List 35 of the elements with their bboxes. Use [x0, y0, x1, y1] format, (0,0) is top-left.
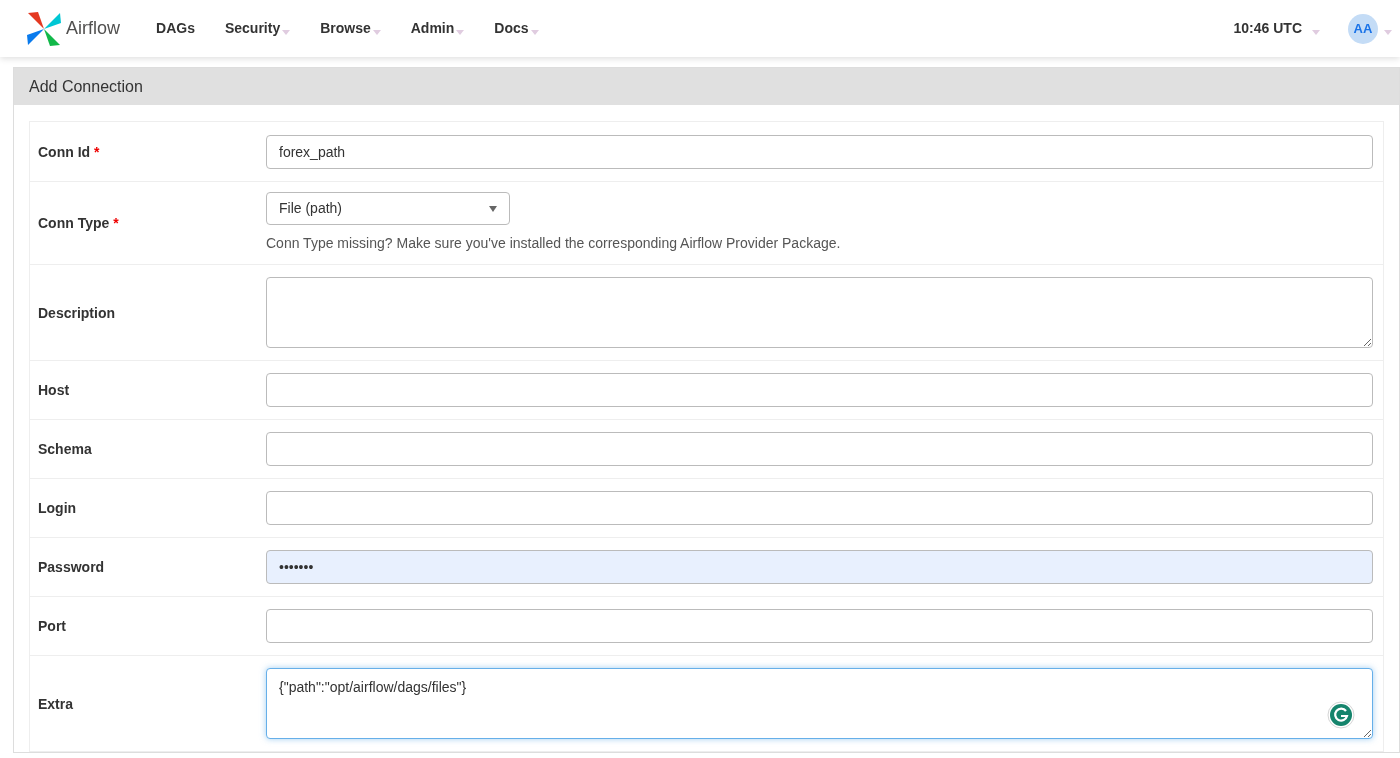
text-field[interactable]	[266, 432, 1373, 466]
nav-menu-item[interactable]: Docs	[494, 18, 539, 39]
caret-icon	[282, 30, 291, 35]
nav-menu-item[interactable]: DAGs	[156, 18, 195, 39]
field-label: Password	[38, 559, 105, 575]
text-field[interactable]	[266, 609, 1373, 643]
field-label: Schema	[38, 441, 92, 457]
caret-icon	[456, 30, 465, 35]
select-dropdown[interactable]: File (path)	[266, 192, 510, 225]
caret-icon	[1312, 30, 1320, 35]
field-label: Extra	[38, 695, 74, 712]
caret-icon	[1384, 30, 1392, 35]
nav-menu-item[interactable]: Security	[224, 18, 291, 39]
panel-title: Add Connection	[29, 76, 143, 97]
pinwheel-logo-icon	[26, 10, 62, 47]
brand-name[interactable]: Airflow	[66, 15, 120, 42]
help-text: Conn Type missing? Make sure you've installed the corresponding Airflow Provider Package.	[266, 234, 842, 253]
caret-icon	[372, 30, 381, 35]
field-label: Conn Type *	[38, 215, 119, 231]
text-field[interactable]	[266, 373, 1373, 407]
text-field[interactable]	[266, 491, 1373, 525]
field-label: Login	[38, 500, 77, 516]
text-field[interactable]: forex_path	[266, 134, 1373, 169]
text-field[interactable]: •••••••	[266, 550, 1373, 584]
nav-menu-item[interactable]: Browse	[320, 18, 381, 39]
text-area[interactable]: {"path":"opt/airflow/dags/files"}	[266, 668, 1373, 739]
clock-menu[interactable]: 10:46 UTC	[1233, 18, 1320, 39]
field-label: Description	[38, 304, 115, 321]
caret-icon	[530, 30, 539, 35]
field-label: Port	[38, 618, 66, 634]
caret-icon	[489, 205, 497, 212]
nav-menu-item[interactable]: Admin	[410, 18, 465, 39]
text-area[interactable]	[266, 277, 1373, 348]
field-label: Host	[38, 382, 70, 398]
field-label: Conn Id *	[38, 143, 100, 160]
